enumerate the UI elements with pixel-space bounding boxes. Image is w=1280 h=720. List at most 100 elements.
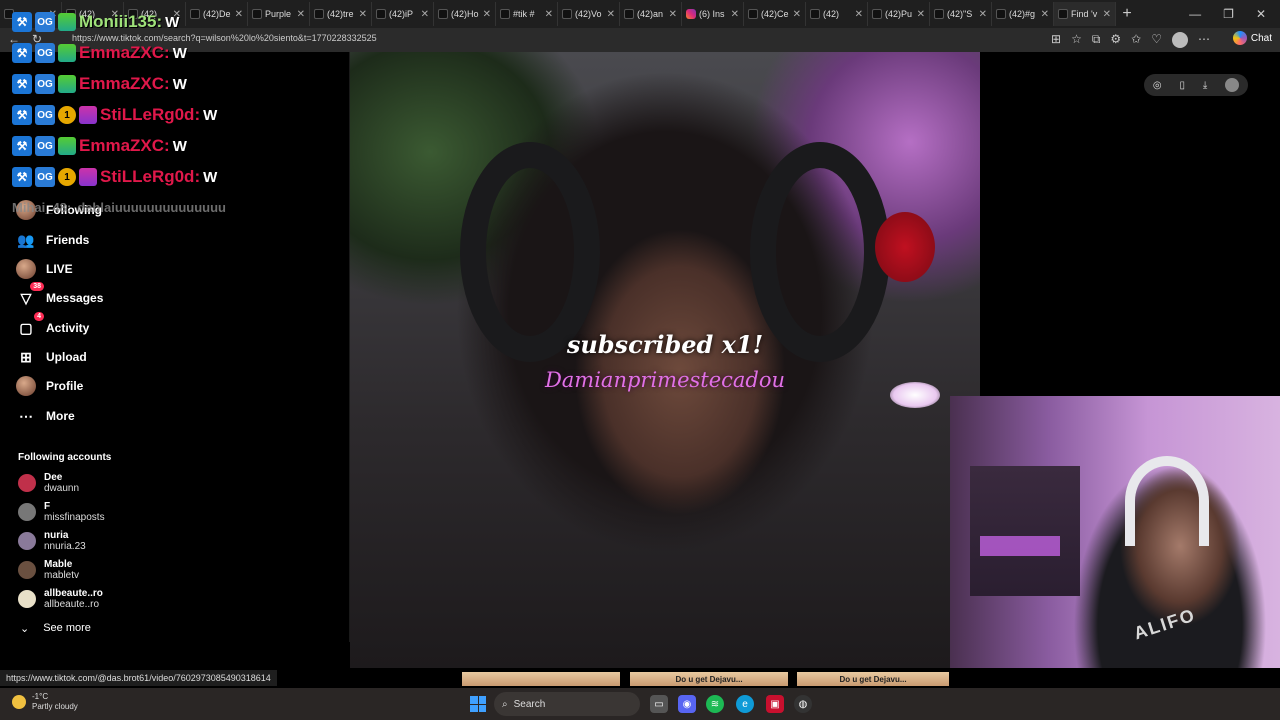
tab-close-icon[interactable]: ✕ <box>855 9 863 20</box>
browser-tab[interactable]: (42)Ho ✕ <box>434 2 496 26</box>
tiktok-icon <box>314 9 324 19</box>
windows-start-icon[interactable] <box>470 696 486 712</box>
restore-icon[interactable]: ❐ <box>1223 7 1234 21</box>
thumbnail-1[interactable] <box>462 672 620 686</box>
favorites-icon[interactable]: ✩ <box>1131 32 1141 48</box>
new-tab-button[interactable]: + <box>1116 5 1138 23</box>
sidebar-item-more[interactable]: ⋯ More <box>16 406 75 426</box>
sidebar-item-activity[interactable]: ▢ 4 Activity <box>16 312 90 338</box>
headphone-right-shape <box>750 142 890 362</box>
browser-tab[interactable]: (42)Ce ✕ <box>744 2 806 26</box>
sidebar-item-label: Activity <box>46 321 90 335</box>
following-account[interactable]: Dee dwaunn <box>18 472 79 494</box>
following-account[interactable]: nuria nnuria.23 <box>18 530 86 552</box>
sidebar-item-live[interactable]: LIVE <box>16 259 73 279</box>
autoscroll-icon[interactable]: ◎ <box>1153 80 1162 91</box>
tab-label: (42)an <box>637 9 664 19</box>
following-account[interactable]: Mable mabletv <box>18 559 79 581</box>
thumbnail-2[interactable]: Do u get Dejavu... <box>630 672 788 686</box>
browser-tab[interactable]: (42) ✕ <box>806 2 868 26</box>
thumbnail-3[interactable]: Do u get Dejavu... <box>797 672 949 686</box>
headphone-left-shape <box>460 142 600 362</box>
account-avatar <box>18 474 36 492</box>
browser-tab[interactable]: (42)iP ✕ <box>372 2 434 26</box>
weather-widget[interactable]: -1°C Partly cloudy <box>12 692 78 712</box>
browser-tab[interactable]: Find 'v ✕ <box>1054 2 1116 26</box>
taskbar-search[interactable]: ⌕ Search <box>494 692 640 716</box>
sidebar-item-messages[interactable]: ▽ 38 Messages <box>16 282 103 308</box>
favorite-star-icon[interactable]: ☆ <box>1071 32 1082 48</box>
account-avatar <box>18 590 36 608</box>
media-app-icon[interactable]: ▣ <box>766 695 784 713</box>
spotify-icon[interactable]: ≋ <box>706 695 724 713</box>
tab-close-icon[interactable]: ✕ <box>297 9 305 20</box>
browser-tab[interactable]: (42)tre ✕ <box>310 2 372 26</box>
browser-essentials-icon[interactable]: ♡ <box>1151 32 1162 48</box>
tab-close-icon[interactable]: ✕ <box>669 9 677 20</box>
tab-close-icon[interactable]: ✕ <box>421 9 429 20</box>
tab-label: (42)iP <box>389 9 414 19</box>
minimize-icon[interactable]: — <box>1189 7 1201 21</box>
browser-tab[interactable]: (42)Vo ✕ <box>558 2 620 26</box>
browser-tab[interactable]: (42)#g ✕ <box>992 2 1054 26</box>
extensions-icon[interactable]: ⧉ <box>1092 32 1101 48</box>
following-account[interactable]: allbeaute..ro allbeaute..ro <box>18 588 103 610</box>
moderator-badge-icon: ⚒ <box>12 43 32 63</box>
edge-icon[interactable]: e <box>736 695 754 713</box>
tab-label: (42)Pu <box>885 9 913 19</box>
copilot-chat-button[interactable]: Chat <box>1232 31 1272 45</box>
following-account[interactable]: Fmissfinaposts <box>18 501 105 523</box>
browser-tab[interactable]: (6) Ins ✕ <box>682 2 744 26</box>
tab-close-icon[interactable]: ✕ <box>1041 9 1049 20</box>
copilot-chat-label: Chat <box>1250 32 1272 44</box>
tab-label: (6) Ins <box>699 9 725 19</box>
browser-tab[interactable]: Purple ✕ <box>248 2 310 26</box>
tab-close-icon[interactable]: ✕ <box>235 9 243 20</box>
creator-avatar-icon[interactable] <box>1225 78 1240 92</box>
browser-tab[interactable]: #tik # ✕ <box>496 2 558 26</box>
profile-avatar-icon[interactable] <box>1172 32 1188 48</box>
moderator-badge-icon: ⚒ <box>12 136 32 156</box>
tiktok-icon <box>1058 9 1068 19</box>
obs-icon[interactable]: ◍ <box>794 695 812 713</box>
taskbar-search-label: Search <box>513 698 546 710</box>
download-icon[interactable]: ⤓ <box>1203 80 1207 91</box>
chat-username: Moniii135: <box>79 12 163 31</box>
tab-close-icon[interactable]: ✕ <box>359 9 367 20</box>
shirt-text: ALIFO <box>1131 604 1199 644</box>
browser-tab[interactable]: (42)De ✕ <box>186 2 248 26</box>
tab-close-icon[interactable]: ✕ <box>793 9 801 20</box>
chat-username: Mihai_48: <box>12 200 72 215</box>
mobile-icon[interactable]: ▯ <box>1179 80 1185 91</box>
app-available-icon[interactable]: ⊞ <box>1051 32 1061 48</box>
video-player[interactable]: subscribed x1! Damianprimestecadou <box>350 52 980 668</box>
task-view-icon[interactable]: ▭ <box>650 695 668 713</box>
account-avatar <box>18 503 36 521</box>
chat-username: EmmaZXC: <box>79 74 170 93</box>
tab-close-icon[interactable]: ✕ <box>917 9 925 20</box>
see-more-button[interactable]: ⌄ See more <box>20 622 91 635</box>
tab-label: (42) <box>823 9 840 19</box>
og-badge: OG <box>35 74 55 94</box>
settings-more-icon[interactable]: ⋯ <box>1198 32 1210 48</box>
chevron-down-icon: ⌄ <box>20 623 30 635</box>
tab-close-icon[interactable]: ✕ <box>979 9 987 20</box>
tab-label: Purple <box>265 9 292 19</box>
close-window-icon[interactable]: ✕ <box>1256 7 1266 21</box>
following-accounts-title: Following accounts <box>18 452 112 463</box>
browser-tab[interactable]: (42)an ✕ <box>620 2 682 26</box>
discord-icon[interactable]: ◉ <box>678 695 696 713</box>
browser-tab[interactable]: (42)"S ✕ <box>930 2 992 26</box>
tab-close-icon[interactable]: ✕ <box>607 9 615 20</box>
collections-icon[interactable]: ⚙ <box>1110 32 1121 48</box>
browser-tab[interactable]: (42)Pu ✕ <box>868 2 930 26</box>
tab-close-icon[interactable]: ✕ <box>731 9 739 20</box>
tab-close-icon[interactable]: ✕ <box>545 9 553 20</box>
sidebar-item-profile[interactable]: Profile <box>16 376 83 396</box>
sidebar-item-label: Friends <box>46 233 90 247</box>
tab-close-icon[interactable]: ✕ <box>1103 9 1111 20</box>
tab-close-icon[interactable]: ✕ <box>483 9 491 20</box>
sidebar-item-upload[interactable]: ⊞ Upload <box>16 347 87 367</box>
sidebar-item-friends[interactable]: 👥 Friends <box>16 230 89 250</box>
tab-label: #tik # <box>513 9 535 19</box>
